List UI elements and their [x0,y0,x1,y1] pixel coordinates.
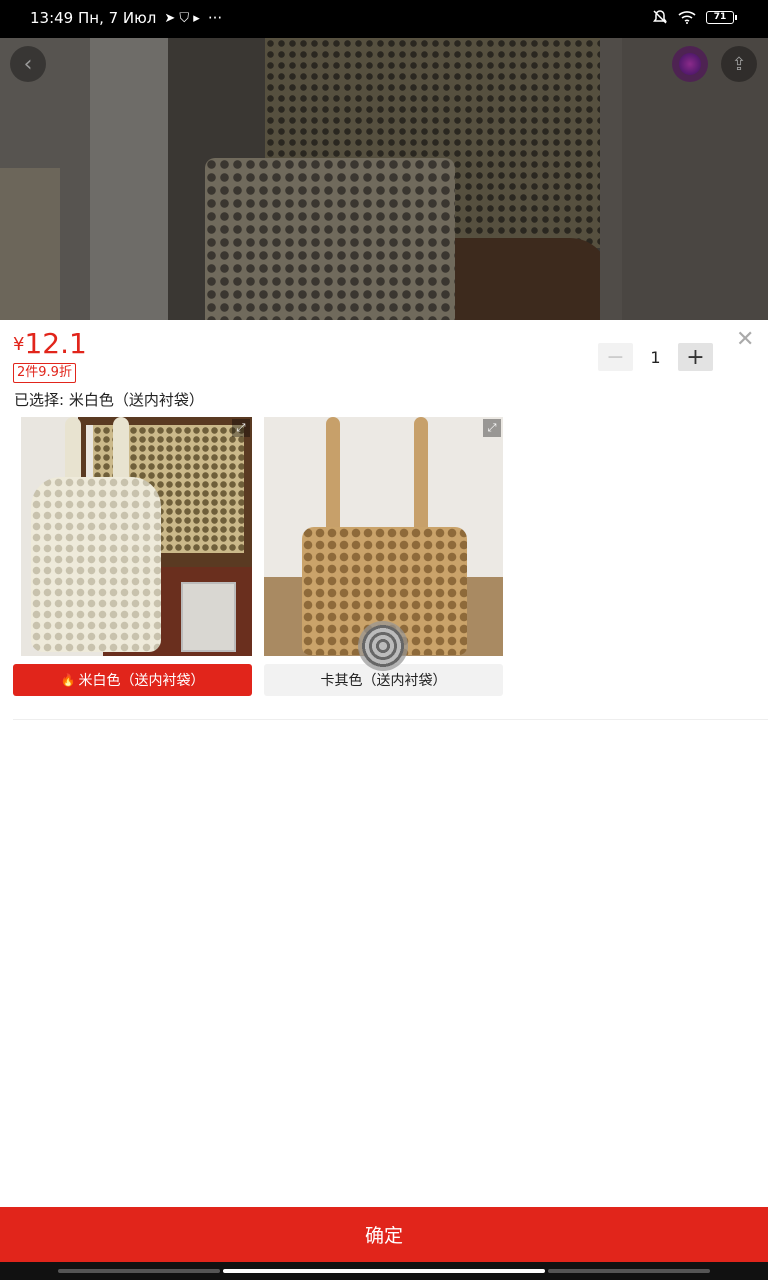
expand-icon[interactable]: ⤢ [232,419,250,437]
quantity-stepper: − 1 + [598,343,713,371]
expand-icon[interactable]: ⤢ [483,419,501,437]
touch-indicator [358,621,408,671]
battery-icon: 71 [706,10,737,24]
live-button[interactable] [672,46,708,82]
currency-symbol: ¥ [13,334,25,355]
close-button[interactable]: ✕ [736,328,754,352]
live-icon [679,53,701,75]
variant-list: ⤢ 🔥 米白色（送内衬袋） ⤢ 卡其色（送内衬袋） [13,417,503,696]
more-notifications-icon: ··· [207,9,223,27]
share-button[interactable]: ⇪ [721,46,757,82]
divider [13,719,768,720]
bell-muted-icon [652,9,668,25]
selected-prefix: 已选择: [14,391,65,409]
status-left: 13:49 Пн, 7 Июл ➤ ⛉ ▸ ··· [30,9,222,27]
sku-selector-sheet: ¥12.1 2件9.9折 已选择: 米白色（送内衬袋） ✕ − 1 + ⤢ 🔥 … [0,320,768,1280]
variant-label-text: 米白色（送内衬袋） [78,673,205,689]
selected-value: 米白色（送内衬袋） [68,391,204,409]
notification-icons: ➤ ⛉ ▸ [164,10,200,26]
variant-label-text: 卡其色（送内衬袋） [320,673,447,689]
variant-thumbnail[interactable]: ⤢ [13,417,252,656]
back-button[interactable]: ‹ [10,46,46,82]
status-time: 13:49 Пн, 7 Июл [30,9,157,27]
status-bar: 13:49 Пн, 7 Июл ➤ ⛉ ▸ ··· 71 [0,0,768,38]
product-hero-image [0,38,768,320]
status-right: 71 [652,9,737,25]
promo-tag: 2件9.9折 [13,363,76,383]
gesture-nav-bar [0,1262,768,1280]
variant-option-cream[interactable]: ⤢ 🔥 米白色（送内衬袋） [13,417,252,696]
increase-quantity-button[interactable]: + [678,343,713,371]
decrease-quantity-button[interactable]: − [598,343,633,371]
share-icon: ⇪ [731,53,747,75]
price: ¥12.1 [13,327,87,360]
variant-label[interactable]: 🔥 米白色（送内衬袋） [13,664,252,696]
close-icon: ✕ [736,327,755,352]
quantity-value[interactable]: 1 [633,348,678,367]
confirm-button[interactable]: 确定 [0,1207,768,1262]
wifi-icon [678,10,696,24]
selected-summary: 已选择: 米白色（送内衬袋） [14,389,204,410]
fire-icon: 🔥 [60,673,76,687]
home-indicator[interactable] [223,1269,545,1273]
chevron-left-icon: ‹ [23,51,33,77]
price-amount: 12.1 [24,327,87,360]
